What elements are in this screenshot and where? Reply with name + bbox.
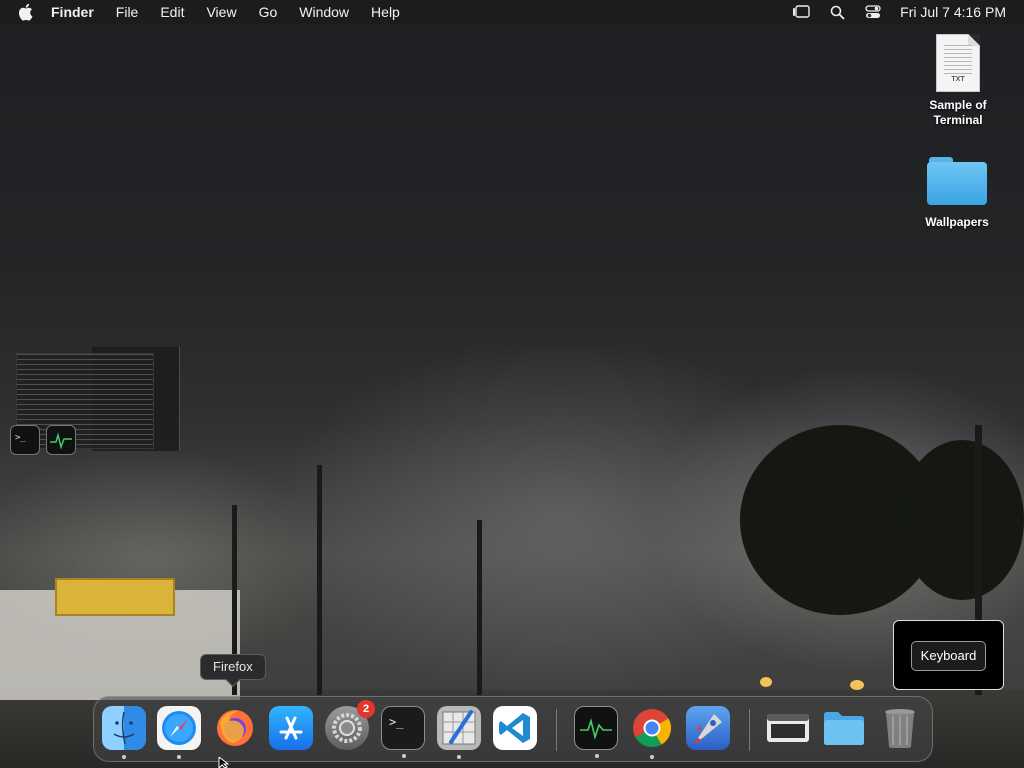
desktop-file-sample-of-terminal[interactable]: TXT Sample of Terminal: [913, 34, 1003, 128]
wallpaper-light: [760, 677, 772, 687]
running-indicator: [402, 754, 406, 758]
spotlight-search-icon[interactable]: [828, 3, 846, 21]
dock-item-firefox[interactable]: [213, 706, 257, 750]
menu-app-name[interactable]: Finder: [51, 0, 94, 24]
activity-monitor-icon: [46, 425, 76, 455]
dock-item-folder[interactable]: [822, 706, 866, 750]
text-document-icon: TXT: [936, 34, 980, 92]
desktop-file-label-line1: Sample of: [929, 98, 987, 112]
mouse-pointer-icon: [218, 757, 230, 768]
firefox-icon: [217, 710, 253, 746]
menu-file[interactable]: File: [116, 0, 139, 24]
terminal-icon: >_: [389, 715, 404, 729]
menu-bar-clock[interactable]: Fri Jul 7 4:16 PM: [900, 4, 1006, 20]
dock-item-terminal[interactable]: >_: [381, 706, 425, 758]
dock-item-rocket[interactable]: [686, 706, 730, 750]
dock-item-app-store[interactable]: [269, 706, 313, 750]
apple-menu-icon[interactable]: [17, 2, 37, 22]
running-indicator: [122, 755, 126, 759]
svg-text:>_: >_: [15, 433, 26, 443]
running-indicator: [650, 755, 654, 759]
trash-icon: [885, 709, 915, 748]
dock-item-system-settings[interactable]: 2: [325, 700, 375, 750]
running-indicator: [457, 755, 461, 759]
chrome-icon: [633, 709, 672, 748]
dock: 2 >_: [93, 696, 933, 762]
menu-window[interactable]: Window: [299, 0, 349, 24]
running-indicator: [595, 754, 599, 758]
folder-icon: [824, 712, 864, 745]
dock-item-window-preview[interactable]: [766, 706, 810, 750]
wallpaper-tree: [900, 440, 1024, 600]
script-editor-icon: [442, 710, 476, 745]
wallpaper-pole: [317, 465, 322, 695]
activity-monitor-icon: [580, 718, 612, 740]
window-preview-icon: [767, 714, 809, 742]
control-center-icon[interactable]: [864, 3, 882, 21]
wallpaper-pole: [477, 520, 482, 695]
dock-tooltip: Firefox: [200, 654, 266, 688]
desktop-folder-wallpapers[interactable]: Wallpapers: [912, 155, 1002, 230]
menu-view[interactable]: View: [206, 0, 236, 24]
dock-item-activity-monitor[interactable]: [574, 706, 618, 758]
desktop-file-label-line2: Terminal: [933, 113, 983, 127]
rocket-icon: [694, 714, 722, 744]
stage-manager-app-group[interactable]: >_: [10, 345, 180, 455]
running-indicator: [177, 755, 181, 759]
wallpaper-light: [850, 680, 864, 690]
notification-badge: 2: [357, 700, 375, 718]
terminal-icon: >_: [10, 425, 40, 455]
dock-item-trash[interactable]: [878, 706, 922, 750]
wallpaper-sign: [55, 578, 175, 616]
menu-edit[interactable]: Edit: [160, 0, 184, 24]
keyboard-panel: Keyboard: [893, 620, 1004, 690]
keyboard-button[interactable]: Keyboard: [911, 641, 986, 671]
desktop-folder-label: Wallpapers: [925, 215, 989, 229]
safari-icon: [162, 711, 196, 745]
menu-go[interactable]: Go: [259, 0, 278, 24]
dock-item-finder[interactable]: [102, 706, 146, 759]
menu-help[interactable]: Help: [371, 0, 400, 24]
dock-item-script-editor[interactable]: [437, 706, 481, 759]
finder-icon: [113, 711, 135, 745]
dock-item-chrome[interactable]: [630, 706, 674, 759]
dock-separator: [556, 709, 557, 751]
vscode-icon: [499, 713, 530, 743]
app-store-icon: [279, 716, 303, 740]
svg-text:>_: >_: [389, 715, 404, 729]
dock-item-safari[interactable]: [157, 706, 201, 759]
dock-item-vscode[interactable]: [493, 706, 537, 750]
menu-bar: Finder File Edit View Go Window Help Fri…: [0, 0, 1024, 24]
document-extension-label: TXT: [951, 76, 965, 83]
dock-separator: [749, 709, 750, 751]
menu-bar-status-area: Fri Jul 7 4:16 PM: [774, 0, 1006, 24]
folder-icon: [927, 157, 987, 205]
stage-manager-icon[interactable]: [792, 3, 810, 21]
dock-tooltip-text: Firefox: [213, 659, 253, 674]
